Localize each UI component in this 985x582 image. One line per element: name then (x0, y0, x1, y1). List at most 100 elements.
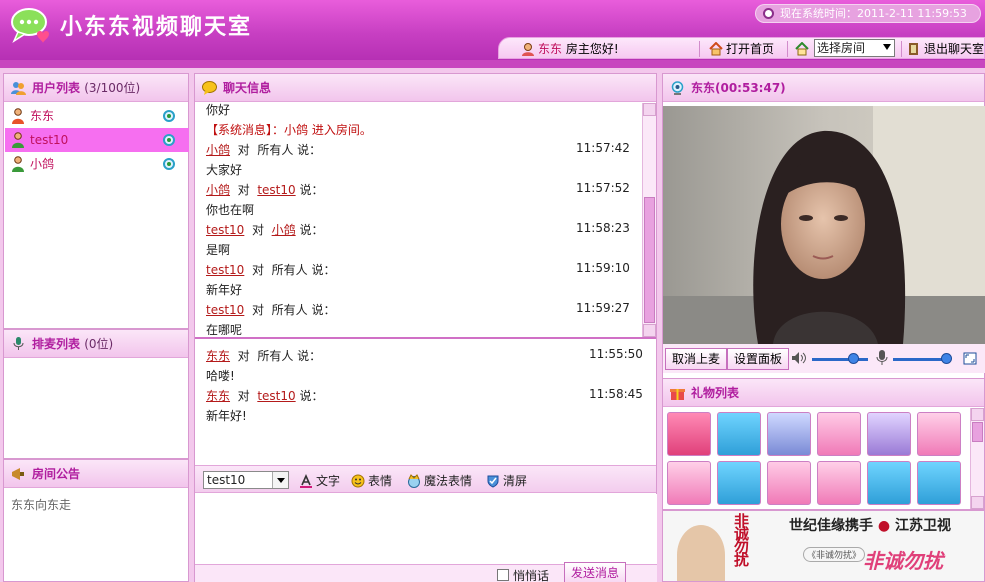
scroll-up-button[interactable] (643, 103, 656, 116)
jsbc-logo-icon: ● (877, 518, 891, 534)
megaphone-icon (12, 468, 24, 480)
gift-house-icon[interactable] (717, 412, 761, 456)
sender-link[interactable]: 小鸽 (206, 143, 230, 157)
banner-text-channel: 江苏卫视 (894, 518, 951, 534)
gift-rose-icon[interactable] (667, 412, 711, 456)
gift-ring-icon[interactable] (867, 412, 911, 456)
host-portrait-image (677, 525, 725, 581)
to-word: 对 (251, 223, 264, 237)
scroll-down-button[interactable] (643, 324, 656, 337)
sender-link[interactable]: 东东 (206, 349, 230, 363)
input-toolbar: test10 文字 表情 魔法表情 清屏 (195, 465, 656, 493)
to-word: 对 (237, 143, 250, 157)
gift-money-icon[interactable] (767, 461, 811, 505)
gift-ice-cream-icon[interactable] (717, 461, 761, 505)
users-icon (11, 82, 26, 95)
chat-panel: 聊天信息 你好 【系统消息】：小鸽 进入房间。 小鸽 对 所有人 说： 11:5… (194, 73, 657, 582)
chevron-down-icon (272, 472, 288, 488)
banner-show-title: 非诚勿扰 (863, 549, 943, 573)
smiley-icon (351, 474, 365, 488)
banner-text-sponsor: 世纪佳缘携手 (789, 518, 873, 534)
send-message-button[interactable]: 发送消息 (564, 562, 627, 582)
webcam-frame-image (663, 106, 985, 344)
webcam-icon (671, 81, 684, 95)
gift-scrollbar[interactable] (970, 408, 984, 509)
user-row-selected[interactable]: test10 (5, 128, 189, 152)
banner-headline: 世纪佳缘携手 ● 江苏卫视 (789, 515, 951, 535)
clear-screen-button[interactable]: 清屏 (486, 472, 527, 489)
room-select-label: 选择房间 (817, 41, 866, 55)
top-nav: 东东 房主您好! 打开首页 选择房间 退出聊天室 (498, 37, 985, 59)
banner-caption: 《非诚勿扰》 (803, 547, 866, 562)
home-label: 打开首页 (726, 42, 775, 56)
message-text: 新年好! (206, 409, 247, 423)
gift-car-icon[interactable] (867, 461, 911, 505)
webcam-video[interactable] (663, 106, 985, 344)
gift-lipstick-icon[interactable] (817, 461, 861, 505)
sender-link[interactable]: test10 (206, 303, 244, 317)
gift-box-icon (670, 389, 685, 400)
gift-motorcycle-icon[interactable] (667, 461, 711, 505)
scrollbar-thumb[interactable] (972, 422, 983, 442)
emoticon-button[interactable]: 表情 (351, 472, 392, 489)
chat-bubble-icon (202, 81, 217, 95)
sender-link[interactable]: 东东 (206, 389, 230, 403)
said-word: 说： (299, 389, 324, 403)
sender-link[interactable]: 小鸽 (206, 183, 230, 197)
message-header: 小鸽 对 所有人 说： (206, 141, 321, 158)
message-text: 在哪呢 (206, 323, 243, 335)
recipient-link[interactable]: 小鸽 (272, 223, 296, 237)
microphone-icon[interactable] (876, 350, 888, 366)
sender-link[interactable]: test10 (206, 263, 244, 277)
message-time: 11:55:50 (589, 347, 643, 361)
slider-knob[interactable] (941, 353, 953, 364)
magic-emoticon-button[interactable]: 魔法表情 (407, 472, 472, 489)
slider-knob[interactable] (848, 353, 859, 364)
message-input[interactable] (195, 494, 657, 564)
said-word: 说： (297, 349, 322, 363)
webcam-icon[interactable] (163, 110, 175, 122)
text-style-button[interactable]: 文字 (299, 472, 340, 489)
fullscreen-icon[interactable] (963, 352, 977, 365)
room-notice-text: 东东向东走 (11, 498, 72, 512)
speaker-icon[interactable] (791, 351, 807, 365)
to-word: 对 (251, 303, 264, 317)
owner-name: 东东 (538, 42, 563, 56)
gift-heart-cloud-icon[interactable] (817, 412, 861, 456)
scroll-up-button[interactable] (971, 408, 984, 421)
recipient-link[interactable]: test10 (257, 389, 295, 403)
chat-split-divider[interactable] (195, 337, 656, 339)
sender-link[interactable]: test10 (206, 223, 244, 237)
nav-divider (699, 41, 700, 57)
webcam-icon[interactable] (163, 158, 175, 170)
gift-pink-heart-icon[interactable] (917, 412, 961, 456)
cancel-mic-button[interactable]: 取消上麦 (665, 348, 728, 370)
settings-panel-button[interactable]: 设置面板 (727, 348, 790, 370)
owner-greeting: 东东 房主您好! (521, 40, 619, 58)
exit-label: 退出聊天室 (924, 42, 985, 56)
scrollbar-thumb[interactable] (644, 197, 655, 323)
message-header: test10 对 所有人 说： (206, 261, 335, 278)
webcam-icon[interactable] (163, 134, 175, 146)
user-row[interactable]: 东东 (5, 104, 189, 128)
speaker-volume-slider[interactable] (812, 353, 868, 364)
recipient-link[interactable]: test10 (257, 183, 295, 197)
whisper-checkbox[interactable] (497, 569, 509, 581)
ad-banner[interactable]: 非诚勿扰 世纪佳缘携手 ● 江苏卫视 《非诚勿扰》 非诚勿扰 (662, 510, 985, 582)
user-row[interactable]: 小鸽 (5, 152, 189, 176)
system-clock: 现在系统时间：2011-2-11 11:59:53 (755, 4, 981, 23)
header-divider (0, 60, 985, 68)
exit-room-link[interactable]: 退出聊天室 (907, 40, 984, 58)
open-home-link[interactable]: 打开首页 (709, 40, 774, 58)
chat-bubble-logo-icon (11, 8, 49, 43)
chat-scrollbar[interactable] (642, 103, 656, 337)
room-select[interactable]: 选择房间 (814, 39, 895, 57)
gift-ship-icon[interactable] (767, 412, 811, 456)
target-user-value: test10 (207, 473, 246, 487)
target-user-select[interactable]: test10 (203, 471, 289, 489)
to-word: 对 (251, 263, 264, 277)
gift-header: 礼物列表 (663, 379, 984, 407)
gift-drink-icon[interactable] (917, 461, 961, 505)
mic-volume-slider[interactable] (893, 353, 953, 364)
scroll-down-button[interactable] (971, 496, 984, 509)
